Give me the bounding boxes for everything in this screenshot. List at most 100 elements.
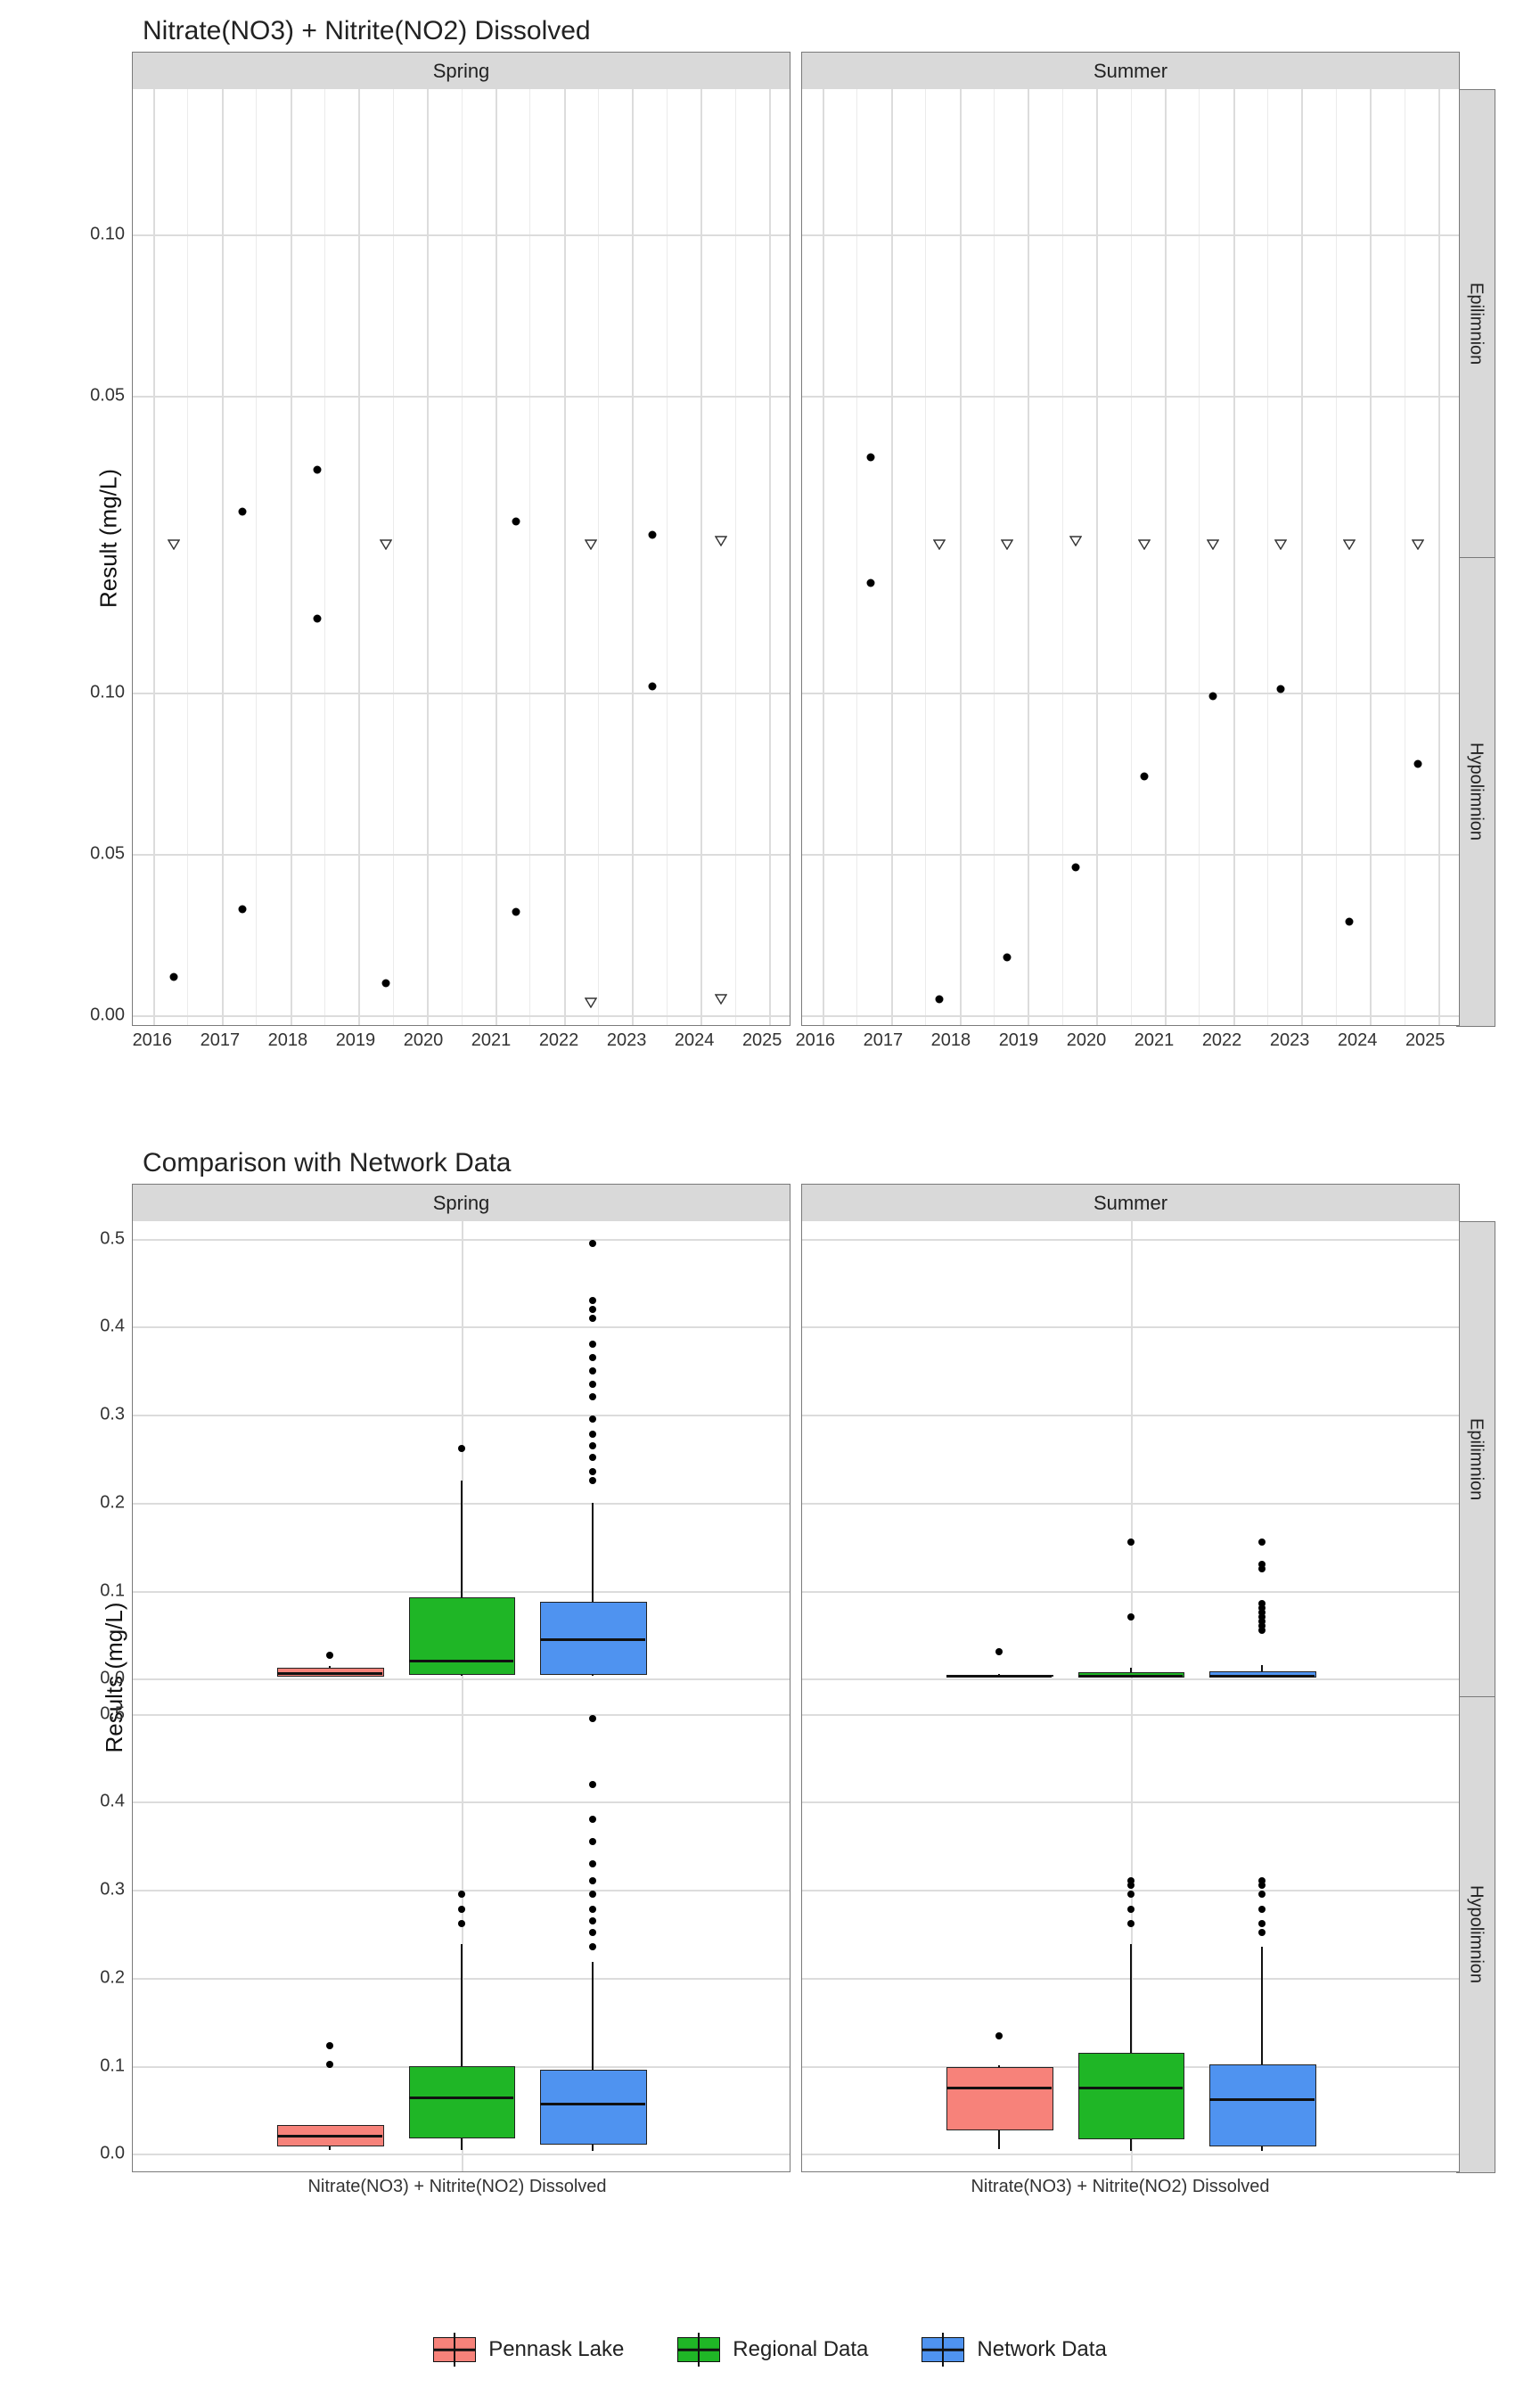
scatter-panel <box>132 557 790 1026</box>
y-tick: 0.4 <box>100 1792 125 1812</box>
data-point <box>649 530 657 538</box>
data-point <box>314 614 322 622</box>
legend-label: Network Data <box>977 2337 1106 2362</box>
outlier-point <box>589 1477 596 1484</box>
y-tick: 0.10 <box>90 224 125 244</box>
outlier-point <box>1258 1600 1266 1607</box>
x-tick: 2023 <box>607 1030 647 1051</box>
outlier-point <box>458 1891 465 1898</box>
outlier-point <box>589 1816 596 1823</box>
facet-col-strip: Spring <box>132 1184 790 1223</box>
y-axis: 0.050.100.000.050.10 <box>45 52 132 1025</box>
x-tick: 2016 <box>133 1030 173 1051</box>
censored-point-icon <box>585 539 597 550</box>
outlier-point <box>589 1929 596 1936</box>
outlier-point <box>589 1393 596 1400</box>
x-tick: 2022 <box>1202 1030 1242 1051</box>
legend-swatch <box>922 2337 964 2362</box>
censored-point-icon <box>1069 536 1082 546</box>
data-point <box>238 508 246 516</box>
outlier-point <box>589 1781 596 1788</box>
box-panel <box>801 1221 1460 1697</box>
data-point <box>1140 773 1148 781</box>
legend-swatch <box>433 2337 476 2362</box>
x-axis: 2016 2017 2018 2019 2020 2021 2022 2023 2024 2025… <box>132 1025 1495 1061</box>
outlier-point <box>1127 1906 1135 1913</box>
box-panel <box>132 1696 790 2172</box>
scatter-panel <box>801 89 1460 558</box>
outlier-point <box>589 1240 596 1247</box>
y-tick: 0.0 <box>100 1669 125 1689</box>
x-tick: 2018 <box>268 1030 308 1051</box>
box-panel <box>801 1696 1460 2172</box>
outlier-point <box>1258 1539 1266 1546</box>
outlier-point <box>589 1367 596 1374</box>
x-tick: Nitrate(NO3) + Nitrite(NO2) Dissolved <box>307 2177 606 2197</box>
box-facets: Results (mg/L) 0.00.10.20.30.40.50.00.10… <box>45 1184 1495 2171</box>
facet-row-strip: Epilimnion <box>1456 89 1495 559</box>
facet-col-strip: Summer <box>801 1184 1460 1223</box>
data-point <box>314 466 322 474</box>
y-tick: 0.05 <box>90 385 125 406</box>
legend-swatch <box>677 2337 720 2362</box>
outlier-point <box>1258 1906 1266 1913</box>
outlier-point <box>326 2061 333 2068</box>
outlier-point <box>589 1454 596 1461</box>
boxplot-box <box>540 2070 647 2145</box>
x-tick: 2025 <box>742 1030 782 1051</box>
censored-point-icon <box>933 539 946 550</box>
y-tick: 0.4 <box>100 1317 125 1337</box>
outlier-point <box>326 2042 333 2049</box>
outlier-point <box>589 1315 596 1322</box>
y-tick: 0.0 <box>100 2144 125 2164</box>
y-tick: 0.5 <box>100 1228 125 1249</box>
data-point <box>512 518 520 526</box>
box-grid: SpringSummerEpilimnionHypolimnion <box>132 1184 1495 2171</box>
outlier-point <box>1127 1539 1135 1546</box>
outlier-point <box>1127 1920 1135 1927</box>
facet-row-strip: Epilimnion <box>1456 1221 1495 1698</box>
outlier-point <box>589 1906 596 1913</box>
x-tick: 2025 <box>1405 1030 1446 1051</box>
y-tick: 0.5 <box>100 1703 125 1724</box>
outlier-point <box>589 1381 596 1388</box>
y-tick: 0.00 <box>90 1005 125 1026</box>
data-point <box>1072 863 1080 871</box>
x-tick: 2024 <box>675 1030 715 1051</box>
x-axis-panel: 2016201720182019202020212022202320242025 <box>795 1025 1446 1061</box>
censored-point-icon <box>1207 539 1219 550</box>
outlier-point <box>589 1715 596 1722</box>
outlier-point <box>1127 1877 1135 1884</box>
outlier-point <box>458 1445 465 1452</box>
legend-label: Regional Data <box>733 2337 868 2362</box>
censored-point-icon <box>168 539 180 550</box>
outlier-point <box>1127 1613 1135 1621</box>
boxplot-box <box>409 1597 516 1675</box>
x-tick: Nitrate(NO3) + Nitrite(NO2) Dissolved <box>971 2177 1269 2197</box>
x-tick: 2018 <box>931 1030 971 1051</box>
censored-point-icon <box>1412 539 1424 550</box>
chart-title: Nitrate(NO3) + Nitrite(NO2) Dissolved <box>143 16 1495 46</box>
data-point <box>512 908 520 916</box>
data-point <box>238 905 246 913</box>
outlier-point <box>589 1442 596 1449</box>
y-tick: 0.05 <box>90 844 125 865</box>
x-tick: 2022 <box>539 1030 579 1051</box>
censored-point-icon <box>1274 539 1287 550</box>
x-tick: 2017 <box>201 1030 241 1051</box>
legend: Pennask Lake Regional Data Network Data <box>0 2337 1540 2362</box>
censored-point-icon <box>380 539 392 550</box>
legend-item: Pennask Lake <box>433 2337 624 2362</box>
y-tick: 0.1 <box>100 1580 125 1601</box>
outlier-point <box>589 1431 596 1438</box>
x-tick: 2020 <box>1067 1030 1107 1051</box>
scatter-facets: Result (mg/L) 0.050.100.000.050.10 Sprin… <box>45 52 1495 1025</box>
box-facet-chart: Comparison with Network Data Results (mg… <box>45 1148 1495 2227</box>
data-point <box>866 578 874 587</box>
x-tick: 2021 <box>471 1030 512 1051</box>
outlier-point <box>589 1415 596 1423</box>
outlier-point <box>995 2032 1003 2039</box>
x-axis-panel: 2016201720182019202020212022202320242025 <box>132 1025 782 1061</box>
x-tick: 2021 <box>1135 1030 1175 1051</box>
x-tick: 2019 <box>336 1030 376 1051</box>
